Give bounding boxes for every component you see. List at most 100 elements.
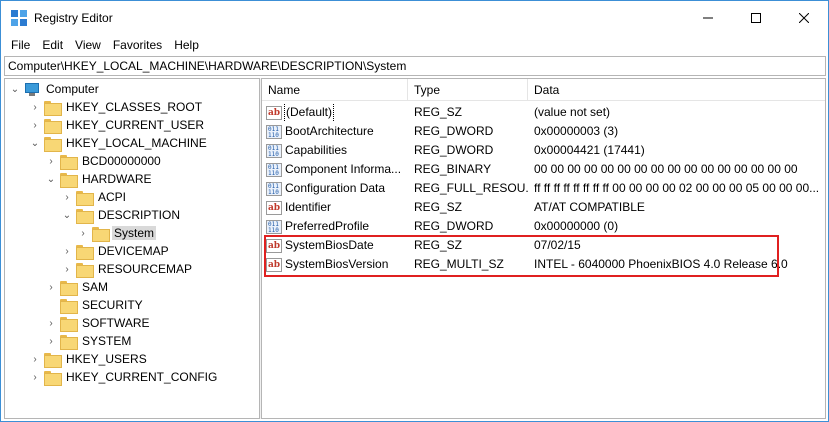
tree-node-acpi[interactable]: › ACPI xyxy=(61,188,128,206)
tree-node-hkey-current-user[interactable]: › HKEY_CURRENT_USER xyxy=(29,116,206,134)
close-icon xyxy=(799,13,809,23)
chevron-down-icon[interactable]: ⌄ xyxy=(29,134,41,152)
folder-icon xyxy=(60,172,78,188)
chevron-right-icon[interactable]: › xyxy=(45,332,57,350)
chevron-down-icon[interactable]: ⌄ xyxy=(9,80,21,98)
tree-node-label: HKEY_USERS xyxy=(66,352,147,366)
tree-node-system[interactable]: › SYSTEM xyxy=(45,332,133,350)
tree-node-label: DEVICEMAP xyxy=(98,244,169,258)
folder-icon xyxy=(60,334,78,350)
chevron-right-icon[interactable]: › xyxy=(45,152,57,170)
tree-node-system-selected[interactable]: › System xyxy=(77,224,157,242)
address-bar[interactable]: Computer\HKEY_LOCAL_MACHINE\HARDWARE\DES… xyxy=(4,56,826,76)
tree-node-hkey-users[interactable]: › HKEY_USERS xyxy=(29,350,149,368)
value-row-preferredprofile[interactable]: 011 110 PreferredProfile REG_DWORD 0x00000… xyxy=(262,217,825,236)
tree-node-devicemap[interactable]: › DEVICEMAP xyxy=(61,242,171,260)
chevron-right-icon[interactable]: › xyxy=(45,278,57,296)
close-button[interactable] xyxy=(781,1,827,35)
value-row-configuration-data[interactable]: 011 110 Configuration Data REG_FULL_RESOU.… xyxy=(262,179,825,198)
tree-node-label: Computer xyxy=(46,82,99,96)
value-type: REG_BINARY xyxy=(414,162,492,176)
value-name: Component Informa... xyxy=(285,162,402,176)
tree-node-software[interactable]: › SOFTWARE xyxy=(45,314,152,332)
values-list[interactable]: Name Type Data ab (Default) REG_SZ (value… xyxy=(262,78,826,419)
value-data: AT/AT COMPATIBLE xyxy=(534,200,645,214)
column-header-row: Name Type Data xyxy=(262,79,825,101)
string-value-icon: ab xyxy=(266,105,282,120)
tree-node-label: SYSTEM xyxy=(82,334,132,348)
chevron-right-icon[interactable]: › xyxy=(29,350,41,368)
folder-icon xyxy=(76,244,94,260)
folder-icon xyxy=(60,298,78,314)
chevron-right-icon[interactable]: › xyxy=(61,260,73,278)
folder-icon xyxy=(76,262,94,278)
chevron-right-icon[interactable]: › xyxy=(77,224,89,242)
maximize-button[interactable] xyxy=(733,1,779,35)
tree-node-security[interactable]: SECURITY xyxy=(45,296,145,314)
minimize-button[interactable] xyxy=(685,1,731,35)
value-type: REG_SZ xyxy=(414,200,463,214)
value-row-bootarchitecture[interactable]: 011 110 BootArchitecture REG_DWORD 0x00000… xyxy=(262,122,825,141)
folder-icon xyxy=(76,208,94,224)
binary-value-icon: 011 110 xyxy=(266,162,282,177)
folder-icon xyxy=(44,136,62,152)
registry-editor-icon xyxy=(11,10,27,26)
value-row-component-information[interactable]: 011 110 Component Informa... REG_BINARY 00… xyxy=(262,160,825,179)
highlight-annotation-box xyxy=(264,235,779,277)
value-type: REG_DWORD xyxy=(414,219,494,233)
title-bar[interactable]: Registry Editor xyxy=(1,1,828,35)
chevron-right-icon[interactable]: › xyxy=(29,98,41,116)
folder-icon xyxy=(44,370,62,386)
tree-node-hkey-local-machine[interactable]: ⌄ HKEY_LOCAL_MACHINE xyxy=(29,134,209,152)
chevron-right-icon[interactable]: › xyxy=(61,242,73,260)
value-type: REG_SZ xyxy=(414,105,463,119)
column-header-data[interactable]: Data xyxy=(528,79,825,101)
folder-icon xyxy=(60,154,78,170)
folder-icon xyxy=(92,226,110,242)
chevron-down-icon[interactable]: ⌄ xyxy=(61,206,73,224)
column-header-name[interactable]: Name xyxy=(262,79,408,101)
minimize-icon xyxy=(703,17,713,19)
binary-value-icon: 011 110 xyxy=(266,181,282,196)
value-row-identifier[interactable]: ab Identifier REG_SZ AT/AT COMPATIBLE xyxy=(262,198,825,217)
column-header-type[interactable]: Type xyxy=(408,79,528,101)
folder-icon xyxy=(60,280,78,296)
menu-bar: File Edit View Favorites Help xyxy=(1,35,828,55)
chevron-down-icon[interactable]: ⌄ xyxy=(45,170,57,188)
value-type: REG_DWORD xyxy=(414,143,494,157)
value-data: 0x00000003 (3) xyxy=(534,124,619,138)
tree-node-label: HARDWARE xyxy=(82,172,152,186)
value-data: (value not set) xyxy=(534,105,611,119)
menu-favorites[interactable]: Favorites xyxy=(113,38,162,52)
value-data: ff ff ff ff ff ff ff ff 00 00 00 00 02 0… xyxy=(534,181,820,195)
tree-node-bcd00000000[interactable]: › BCD00000000 xyxy=(45,152,163,170)
folder-icon xyxy=(60,316,78,332)
registry-tree[interactable]: ⌄ Computer › HKEY_CLASSES_ROOT › HKEY_CU… xyxy=(4,78,260,419)
tree-node-sam[interactable]: › SAM xyxy=(45,278,110,296)
menu-file[interactable]: File xyxy=(11,38,30,52)
chevron-right-icon[interactable]: › xyxy=(29,116,41,134)
computer-icon xyxy=(24,82,40,96)
tree-node-computer[interactable]: ⌄ Computer xyxy=(9,80,101,98)
value-data: 0x00000000 (0) xyxy=(534,219,619,233)
menu-help[interactable]: Help xyxy=(174,38,199,52)
chevron-right-icon[interactable]: › xyxy=(45,314,57,332)
tree-node-description[interactable]: ⌄ DESCRIPTION xyxy=(61,206,182,224)
value-name: (Default) xyxy=(283,103,335,122)
menu-edit[interactable]: Edit xyxy=(42,38,63,52)
value-name: Identifier xyxy=(285,200,332,214)
menu-view[interactable]: View xyxy=(75,38,101,52)
tree-node-hkey-current-config[interactable]: › HKEY_CURRENT_CONFIG xyxy=(29,368,219,386)
tree-node-hardware[interactable]: ⌄ HARDWARE xyxy=(45,170,154,188)
tree-node-resourcemap[interactable]: › RESOURCEMAP xyxy=(61,260,194,278)
tree-node-label: SAM xyxy=(82,280,109,294)
value-row-default[interactable]: ab (Default) REG_SZ (value not set) xyxy=(262,103,825,122)
chevron-right-icon[interactable]: › xyxy=(29,368,41,386)
tree-node-hkey-classes-root[interactable]: › HKEY_CLASSES_ROOT xyxy=(29,98,204,116)
chevron-right-icon[interactable]: › xyxy=(61,188,73,206)
tree-node-label: System xyxy=(112,226,157,240)
tree-node-label: HKEY_CURRENT_CONFIG xyxy=(66,370,218,384)
value-row-capabilities[interactable]: 011 110 Capabilities REG_DWORD 0x00004421 … xyxy=(262,141,825,160)
tree-node-label: HKEY_CLASSES_ROOT xyxy=(66,100,203,114)
